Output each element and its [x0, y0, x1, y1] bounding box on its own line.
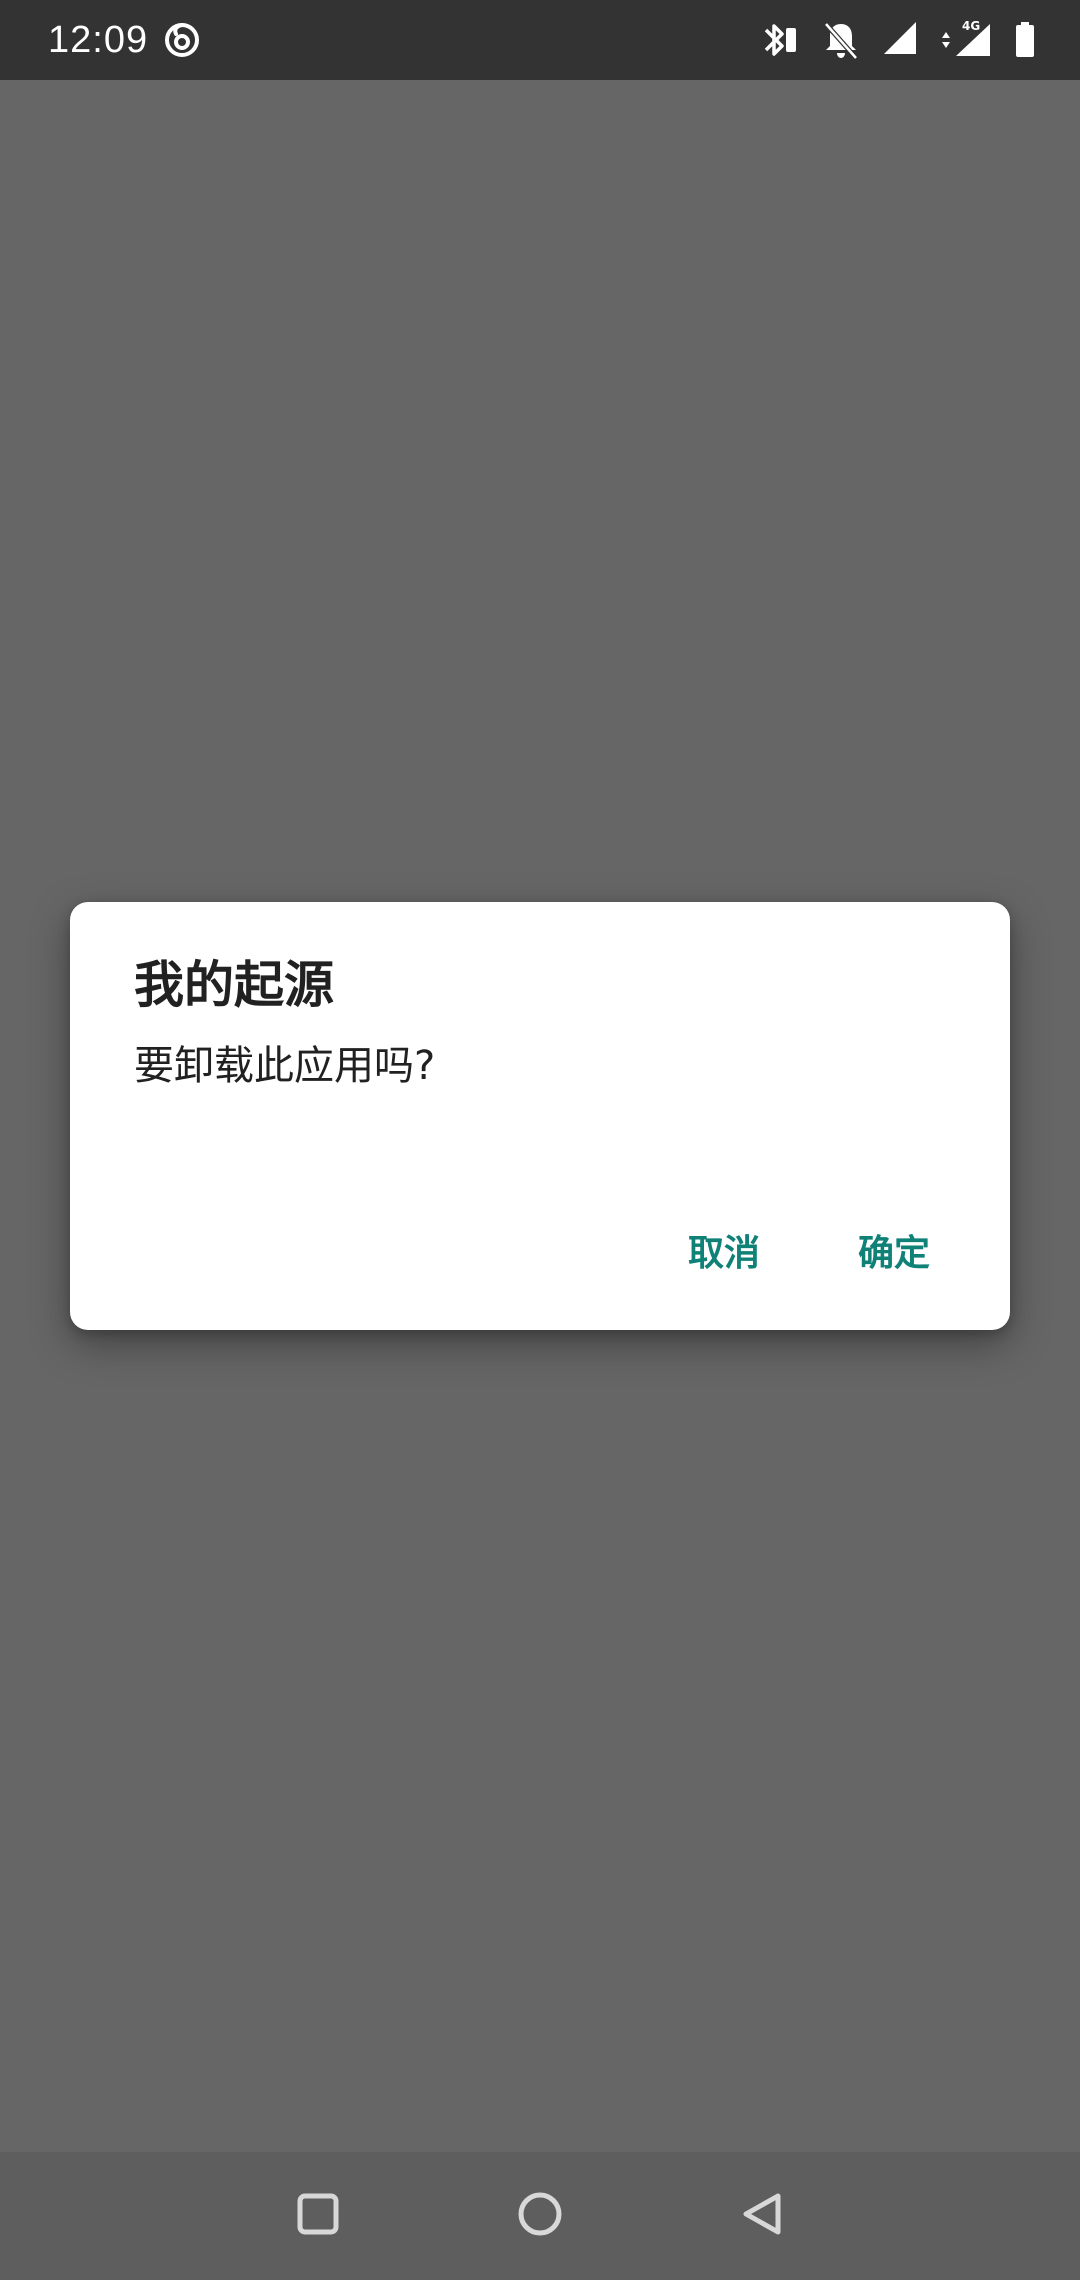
- battery-icon: [1014, 18, 1036, 62]
- bluetooth-icon: [760, 18, 800, 62]
- circle-home-icon: [517, 2191, 563, 2241]
- status-time: 12:09: [48, 19, 149, 61]
- dialog-message: 要卸载此应用吗?: [134, 1043, 436, 1089]
- cancel-button[interactable]: 取消: [688, 1220, 760, 1288]
- status-bar: 12:09 4G: [0, 0, 1080, 80]
- home-button[interactable]: [500, 2176, 580, 2256]
- triangle-back-icon: [740, 2191, 784, 2241]
- recents-button[interactable]: [278, 2176, 358, 2256]
- status-icons: 4G: [760, 18, 1036, 62]
- ok-button[interactable]: 确定: [858, 1220, 930, 1288]
- square-recents-icon: [296, 2192, 340, 2240]
- notifications-off-icon: [822, 18, 860, 62]
- navigation-bar: [0, 2152, 1080, 2280]
- uninstall-dialog: 我的起源 要卸载此应用吗? 取消 确定: [70, 902, 1010, 1330]
- back-button[interactable]: [722, 2176, 802, 2256]
- dialog-title: 我的起源: [134, 956, 334, 1014]
- cellular-signal-icon: 4G: [940, 18, 992, 62]
- network-type-label: 4G: [962, 19, 980, 33]
- netease-music-icon: [162, 20, 202, 60]
- wifi-signal-icon: [882, 18, 918, 62]
